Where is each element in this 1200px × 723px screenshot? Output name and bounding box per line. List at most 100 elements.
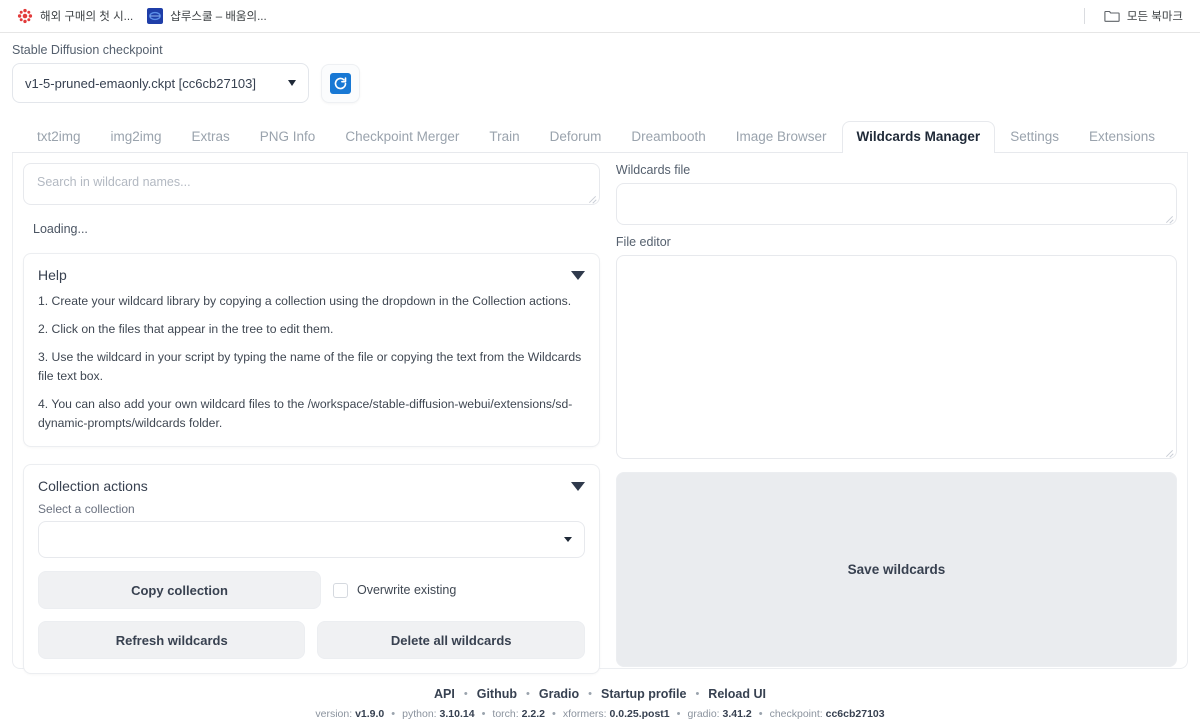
version-value: v1.9.0 (355, 708, 385, 720)
all-bookmarks-label: 모든 북마크 (1126, 11, 1183, 23)
help-panel-title: Help (38, 267, 67, 283)
refresh-glyph (334, 77, 347, 90)
footer-version-info: version: v1.9.0 • python: 3.10.14 • torch: 2… (12, 708, 1188, 720)
bookmark-item[interactable]: 샵루스쿨 – 배움의... (140, 5, 273, 27)
tab-train[interactable]: Train (474, 121, 534, 153)
version-value: cc6cb27103 (825, 708, 885, 720)
folder-icon (1104, 10, 1120, 22)
refresh-wildcards-button[interactable]: Refresh wildcards (38, 621, 306, 660)
version-key: python: (402, 708, 440, 720)
wildcards-manager-panel: Search in wildcard names... Loading... H… (12, 152, 1188, 675)
checkpoint-dropdown-wrap: v1-5-pruned-emaonly.ckpt [cc6cb27103] (12, 63, 309, 103)
footer-link-api[interactable]: API (434, 687, 455, 701)
tab-png-info[interactable]: PNG Info (245, 121, 331, 153)
red-flower-icon (17, 8, 33, 24)
footer-separator: • (391, 708, 396, 720)
file-editor-input[interactable] (617, 256, 1176, 278)
file-editor-label: File editor (615, 235, 671, 249)
collection-actions-title: Collection actions (38, 478, 148, 495)
wildcards-file-label: Wildcards file (615, 163, 691, 177)
version-pair: torch: 2.2.2 (492, 708, 545, 720)
checkpoint-section: Stable Diffusion checkpoint v1-5-pruned-… (12, 43, 1188, 103)
overwrite-existing-checkbox-wrap[interactable]: Overwrite existing (333, 582, 457, 598)
select-collection-dropdown[interactable] (38, 521, 585, 559)
resize-grip-icon[interactable] (1165, 447, 1174, 456)
checkpoint-dropdown[interactable]: v1-5-pruned-emaonly.ckpt [cc6cb27103] (12, 63, 309, 103)
tab-dreambooth[interactable]: Dreambooth (616, 121, 720, 153)
browser-bookmark-bar: 해외 구매의 첫 시... 샵루스쿨 – 배움의... 모든 북마크 (0, 0, 1200, 33)
tab-txt2img[interactable]: txt2img (22, 121, 96, 153)
version-key: gradio: (687, 708, 723, 720)
checkpoint-value: v1-5-pruned-emaonly.ckpt [cc6cb27103] (25, 75, 256, 91)
overwrite-existing-label: Overwrite existing (357, 583, 457, 598)
triangle-down-icon[interactable] (570, 481, 585, 491)
save-wildcards-button[interactable]: Save wildcards (615, 472, 1177, 667)
version-pair: gradio: 3.41.2 (687, 708, 751, 720)
help-item: 1. Create your wildcard library by copyi… (38, 294, 572, 308)
all-bookmarks-button[interactable]: 모든 북마크 (1097, 5, 1190, 27)
resize-grip-icon[interactable] (1165, 213, 1174, 222)
refresh-icon (330, 73, 351, 94)
tab-wildcards-manager[interactable]: Wildcards Manager (841, 121, 996, 153)
collection-actions-panel: Collection actions Select a collection C… (23, 464, 600, 675)
checkpoint-row: v1-5-pruned-emaonly.ckpt [cc6cb27103] (12, 63, 1188, 103)
file-editor-wrap (615, 255, 1177, 459)
delete-all-wildcards-button[interactable]: Delete all wildcards (317, 621, 585, 660)
version-key: checkpoint: (769, 708, 826, 720)
footer-link-github[interactable]: Github (477, 687, 517, 701)
chevron-down-icon (563, 537, 572, 543)
version-key: xformers: (562, 708, 610, 720)
help-item: 3. Use the wildcard in your script by ty… (38, 349, 582, 383)
search-input-wrap: Search in wildcard names... (23, 163, 600, 205)
version-pair: version: v1.9.0 (315, 708, 384, 720)
help-panel: Help 1. Create your wildcard library by … (23, 253, 600, 448)
version-pair: xformers: 0.0.25.post1 (563, 708, 670, 720)
footer-separator: • (463, 688, 468, 700)
tab-image-browser[interactable]: Image Browser (721, 121, 842, 153)
refresh-checkpoint-button[interactable] (321, 64, 360, 103)
all-bookmarks-area: 모든 북마크 (1083, 5, 1190, 27)
select-collection-label: Select a collection (38, 502, 135, 517)
footer-separator: • (481, 708, 486, 720)
footer-separator: • (676, 708, 681, 720)
overwrite-existing-checkbox[interactable] (333, 582, 348, 598)
footer-separator: • (695, 688, 700, 700)
right-column: Wildcards file File editor Save wildcard… (615, 163, 1177, 674)
tab-deforum[interactable]: Deforum (535, 121, 617, 153)
tab-img2img[interactable]: img2img (96, 121, 177, 153)
help-item: 2. Click on the files that appear in the… (38, 321, 334, 336)
wildcards-file-wrap (615, 183, 1177, 225)
footer-separator: • (588, 688, 593, 700)
footer-separator: • (551, 708, 556, 720)
tab-checkpoint-merger[interactable]: Checkpoint Merger (330, 121, 474, 153)
bookmark-title: 해외 구매의 첫 시... (40, 11, 134, 23)
tab-settings[interactable]: Settings (995, 121, 1074, 153)
version-key: torch: (492, 708, 522, 720)
help-item: 4. You can also add your own wildcard fi… (38, 396, 573, 430)
footer-link-startup-profile[interactable]: Startup profile (601, 687, 686, 701)
tab-extras[interactable]: Extras (177, 121, 245, 153)
webui-root: Stable Diffusion checkpoint v1-5-pruned-… (0, 33, 1200, 720)
chevron-down-icon (288, 80, 296, 86)
bookmark-item[interactable]: 해외 구매의 첫 시... (10, 5, 140, 27)
page-footer: API • Github • Gradio • Startup profile • Reload… (12, 687, 1188, 720)
help-panel-header[interactable]: Help (38, 267, 585, 283)
tab-extensions[interactable]: Extensions (1074, 121, 1170, 153)
main-tabbar: txt2img img2img Extras PNG Info Checkpoint M… (12, 120, 1188, 153)
triangle-down-icon[interactable] (570, 270, 585, 280)
wildcards-file-input[interactable] (617, 184, 1176, 206)
copy-collection-button[interactable]: Copy collection (38, 571, 321, 610)
bookmark-divider (1083, 8, 1085, 24)
two-column-layout: Search in wildcard names... Loading... H… (23, 163, 1177, 675)
footer-links: API • Github • Gradio • Startup profile • Reload… (12, 687, 1188, 701)
collection-actions-header[interactable]: Collection actions (38, 478, 585, 494)
version-value: 0.0.25.post1 (609, 708, 670, 720)
footer-separator: • (526, 688, 530, 700)
version-value: 3.10.14 (439, 708, 475, 720)
version-key: version: (315, 708, 356, 720)
footer-link-reload-ui[interactable]: Reload UI (708, 687, 766, 701)
left-column: Search in wildcard names... Loading... H… (23, 163, 600, 675)
search-input[interactable]: Search in wildcard names... (24, 164, 599, 200)
footer-link-gradio[interactable]: Gradio (539, 687, 579, 701)
footer-separator: • (758, 708, 763, 720)
